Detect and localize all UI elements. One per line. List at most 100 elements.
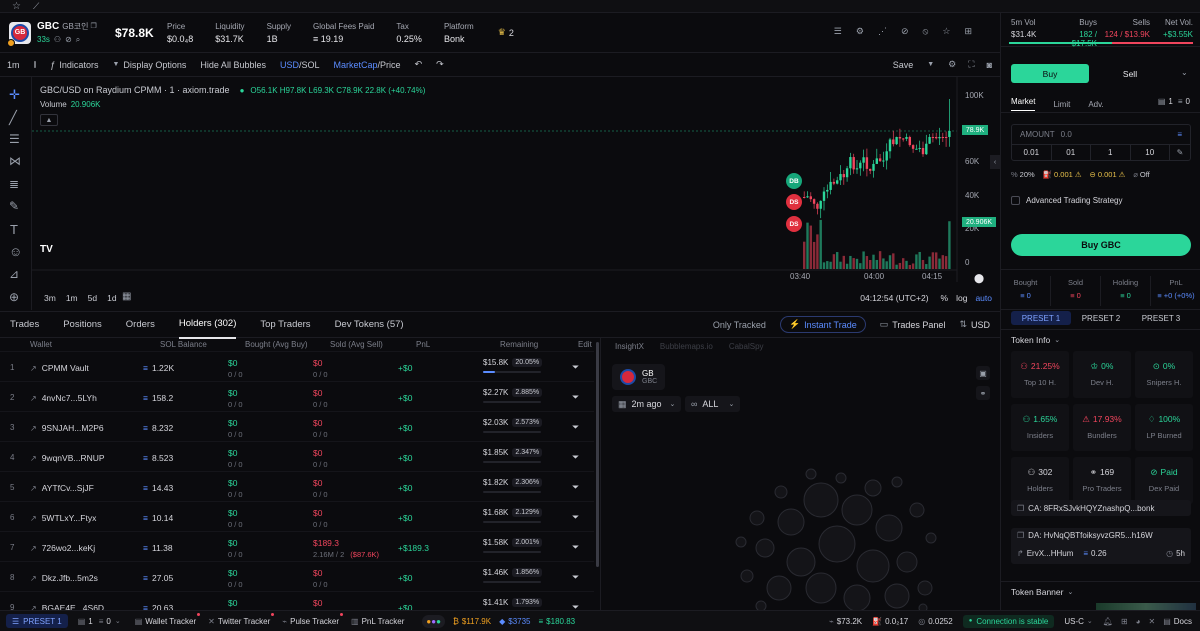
- contract-address[interactable]: ❐ CA: 8FRxSJvkHQYZnashpQ...bonk: [1011, 500, 1191, 516]
- sol-option[interactable]: SOL: [302, 60, 320, 70]
- advanced-checkbox[interactable]: [1011, 196, 1020, 205]
- filter-icon[interactable]: ⏷: [572, 422, 579, 433]
- chart-settings-icon[interactable]: ⚙: [948, 59, 956, 70]
- external-link-icon[interactable]: ↗: [30, 364, 37, 373]
- sell-tab[interactable]: Sell: [1091, 64, 1169, 83]
- text-icon[interactable]: T: [10, 222, 18, 237]
- wallet-address[interactable]: AYTfCv...SjJF: [42, 483, 94, 493]
- wallet-address[interactable]: BGAE4E...4S6D: [42, 603, 104, 610]
- hide-bubbles-button[interactable]: Hide All Bubbles: [200, 60, 266, 70]
- region-select[interactable]: US-C: [1064, 617, 1084, 626]
- bubble-node[interactable]: [917, 580, 933, 596]
- brush-icon[interactable]: ✎: [9, 199, 19, 213]
- insight-token-card[interactable]: GB GBC: [612, 364, 666, 390]
- quick-amount-button[interactable]: 1: [1091, 145, 1131, 160]
- filter-icon[interactable]: ⏷: [572, 542, 579, 553]
- fib-icon[interactable]: ≣: [9, 177, 19, 191]
- table-row[interactable]: 3 ↗ 9SNJAH...M2P6 ≡ 8.232 $0 0 / 0 $0 0 / 0 +$0 $2…: [0, 412, 594, 442]
- horizontal-lines-icon[interactable]: ☰: [9, 132, 20, 146]
- table-row[interactable]: 1 ↗ CPMM Vault ≡ 1.22K $0 0 / 0 $0 0 / 0 +$0 $15.8…: [0, 352, 594, 382]
- auto-toggle[interactable]: auto: [975, 293, 992, 303]
- bubble-node[interactable]: [777, 508, 805, 536]
- discord-icon[interactable]: ◕: [1136, 617, 1141, 626]
- preset-tab[interactable]: PRESET 2: [1071, 311, 1131, 325]
- grid-icon[interactable]: ⊞: [964, 26, 972, 37]
- scroll-to-latest-icon[interactable]: ⬤: [974, 273, 984, 284]
- tracker-button[interactable]: ⌁ Pulse Tracker: [282, 612, 344, 626]
- amount-input[interactable]: 0.0: [1061, 130, 1072, 139]
- docs-link[interactable]: Docs: [1174, 617, 1192, 626]
- bubble-node[interactable]: [805, 468, 817, 480]
- order-type-tab[interactable]: Limit: [1053, 100, 1070, 109]
- price-option[interactable]: Price: [380, 60, 401, 70]
- time-filter-select[interactable]: ▦ 2m ago ⌄: [612, 396, 682, 412]
- external-link-icon[interactable]: ↗: [30, 514, 37, 523]
- zoom-icon[interactable]: ⊕: [9, 290, 19, 304]
- collapse-right-icon[interactable]: ‹: [990, 155, 1000, 169]
- copy-icon[interactable]: ❐: [91, 22, 97, 30]
- trendline-icon[interactable]: ╱: [9, 110, 17, 126]
- trades-panel-button[interactable]: Trades Panel: [892, 320, 945, 330]
- wallet-cell[interactable]: ↗ 9SNJAH...M2P6: [30, 423, 104, 433]
- redo-icon[interactable]: ↷: [436, 59, 444, 70]
- indicators-button[interactable]: Indicators: [59, 60, 98, 70]
- range-button[interactable]: 1d: [107, 293, 116, 303]
- wallet-pills[interactable]: ● ● ●: [422, 614, 445, 628]
- mev-value[interactable]: Off: [1140, 170, 1150, 179]
- search-icon[interactable]: ⌕: [76, 35, 80, 45]
- x-icon[interactable]: ✕: [1149, 617, 1156, 626]
- wallet-cell[interactable]: ↗ CPMM Vault: [30, 363, 89, 373]
- block-icon[interactable]: ⦸: [923, 26, 929, 37]
- percent-toggle[interactable]: %: [941, 293, 949, 303]
- bubble-node[interactable]: [884, 583, 910, 609]
- filter-icon[interactable]: ⏷: [572, 392, 579, 403]
- filter-icon[interactable]: ⏷: [572, 482, 579, 493]
- column-header[interactable]: Edit: [578, 340, 592, 349]
- edit-icon[interactable]: ✎: [1170, 148, 1190, 157]
- chevron-down-icon[interactable]: ⌄: [1054, 336, 1060, 344]
- preset-button[interactable]: ☰ PRESET 1: [6, 614, 68, 628]
- bubble-node[interactable]: [891, 476, 903, 488]
- holders-scroll-thumb[interactable]: [595, 342, 599, 567]
- wallet-cell[interactable]: ↗ AYTfCv...SjJF: [30, 483, 94, 493]
- wallet-cell[interactable]: ↗ 726wo2...keKj: [30, 543, 95, 553]
- tab-item[interactable]: Positions: [63, 311, 102, 338]
- wallet-address[interactable]: 4nvNc7...5LYh: [42, 393, 97, 403]
- wallet-cell[interactable]: ↗ 9wqnVB...RNUP: [30, 453, 105, 463]
- quick-amount-button[interactable]: 0.01: [1012, 145, 1052, 160]
- bell-icon[interactable]: 🔔︎: [1103, 617, 1113, 626]
- external-link-icon[interactable]: ↗: [30, 394, 37, 403]
- buy-token-button[interactable]: Buy GBC: [1011, 234, 1191, 256]
- bubble-node[interactable]: [740, 569, 754, 583]
- save-button[interactable]: Save: [893, 60, 914, 70]
- quick-amount-button[interactable]: 10: [1131, 145, 1170, 160]
- tab-item[interactable]: Orders: [126, 311, 155, 338]
- tracker-button[interactable]: ▥ PnL Tracker: [351, 617, 404, 626]
- tracker-button[interactable]: ✕ Twitter Tracker: [208, 612, 275, 626]
- bubble-node[interactable]: [755, 600, 767, 610]
- interval-select[interactable]: 1m: [7, 60, 20, 70]
- usd-toggle[interactable]: USD: [971, 320, 990, 330]
- bubble-node[interactable]: [841, 494, 873, 526]
- slippage-value[interactable]: 20%: [1020, 170, 1035, 179]
- grid-icon[interactable]: ⊞: [1121, 617, 1128, 626]
- bubble-node[interactable]: [805, 572, 837, 604]
- camera-icon[interactable]: ◙: [987, 60, 992, 70]
- external-link-icon[interactable]: ↗: [30, 574, 37, 583]
- range-button[interactable]: 3m: [44, 293, 56, 303]
- favorite-icon[interactable]: ☆: [942, 26, 950, 37]
- dev-sell-marker-1[interactable]: DS: [786, 194, 802, 210]
- external-link-icon[interactable]: ↗: [30, 454, 37, 463]
- ruler-icon[interactable]: ⊿: [9, 267, 19, 281]
- table-row[interactable]: 5 ↗ AYTfCv...SjJF ≡ 14.43 $0 0 / 0 $0 0 / 0 +$0 $1…: [0, 472, 594, 502]
- wallet-select[interactable]: ▤ 1 ≡ 0 ⌄: [78, 617, 121, 626]
- calendar-icon[interactable]: ▦: [122, 291, 131, 302]
- bubble-node[interactable]: [856, 549, 890, 583]
- emoji-icon[interactable]: ☺: [9, 244, 22, 259]
- amount-field[interactable]: AMOUNT 0.0 ≡: [1011, 124, 1191, 144]
- bubble-node[interactable]: [766, 575, 792, 601]
- wallet-count[interactable]: 1: [1168, 97, 1172, 106]
- wallet-cell[interactable]: ↗ Dkz.Jfb...5m2s: [30, 573, 98, 583]
- bribe-value[interactable]: 0.001: [1098, 170, 1117, 179]
- chevron-down-icon[interactable]: ⌄: [1181, 68, 1188, 77]
